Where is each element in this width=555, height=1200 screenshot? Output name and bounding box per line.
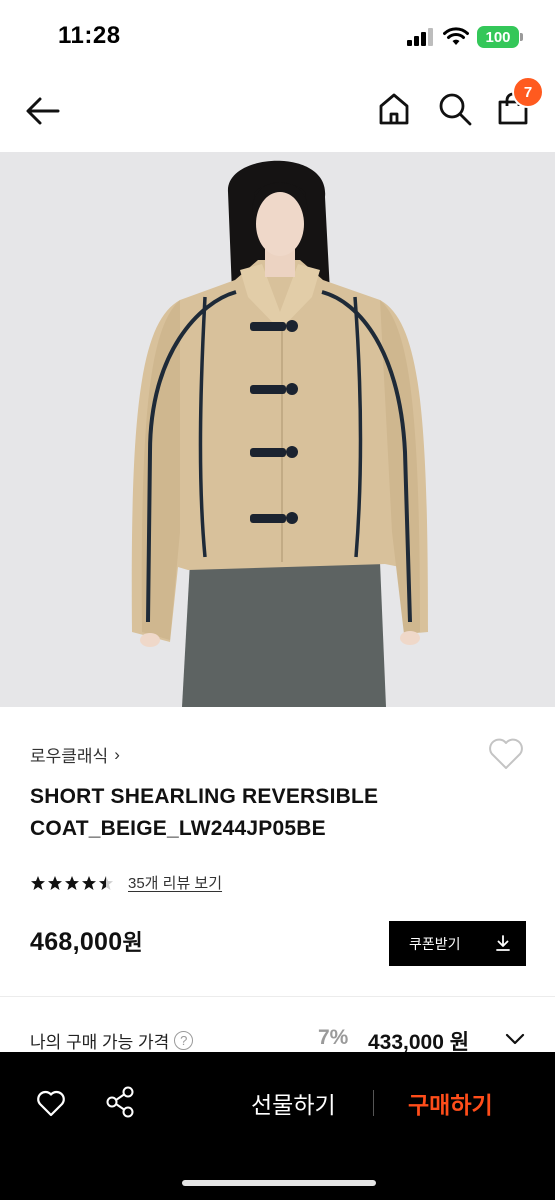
heart-icon[interactable] bbox=[486, 734, 526, 774]
coupon-label: 쿠폰받기 bbox=[409, 935, 461, 952]
my-price-row[interactable]: 나의 구매 가능 가격 ? 7% 433,000 원 bbox=[30, 1024, 530, 1054]
gift-button[interactable]: 선물하기 bbox=[251, 1086, 336, 1120]
divider bbox=[0, 996, 555, 997]
chevron-down-icon[interactable] bbox=[504, 1028, 526, 1050]
back-arrow-icon[interactable] bbox=[22, 90, 64, 132]
help-icon[interactable]: ? bbox=[174, 1031, 194, 1050]
brand-link[interactable]: 로우클래식 › bbox=[30, 742, 120, 767]
coupon-button[interactable]: 쿠폰받기 bbox=[389, 921, 526, 966]
home-icon[interactable] bbox=[376, 91, 412, 127]
star-icon bbox=[65, 875, 79, 890]
star-rating bbox=[30, 875, 114, 891]
download-icon bbox=[496, 935, 510, 951]
chevron-right-icon: › bbox=[114, 744, 120, 764]
nav-bar: 7 bbox=[0, 70, 555, 152]
separator bbox=[373, 1090, 374, 1116]
cellular-signal-icon bbox=[407, 28, 433, 46]
discount-rate: 7% bbox=[318, 1026, 349, 1049]
price-unit: 원 bbox=[122, 930, 144, 955]
star-icon bbox=[48, 875, 62, 890]
status-bar: 11:28 100 bbox=[0, 0, 555, 70]
review-link[interactable]: 35개 리뷰 보기 bbox=[128, 872, 222, 893]
my-price-label: 나의 구매 가능 가격 ? bbox=[30, 1028, 194, 1053]
star-icon bbox=[31, 875, 45, 890]
search-icon[interactable] bbox=[437, 91, 473, 127]
star-icon bbox=[99, 875, 113, 890]
cart-count-badge: 7 bbox=[512, 76, 544, 108]
rating-row: 35개 리뷰 보기 bbox=[30, 872, 222, 893]
home-indicator bbox=[182, 1180, 376, 1186]
product-photo bbox=[0, 152, 555, 707]
price: 468,000원 bbox=[30, 925, 143, 957]
price-value: 468,000 bbox=[30, 928, 123, 956]
heart-icon[interactable] bbox=[35, 1087, 67, 1119]
battery-icon: 100 bbox=[477, 26, 523, 48]
product-title: SHORT SHEARLING REVERSIBLE COAT_BEIGE_LW… bbox=[30, 785, 379, 840]
buy-button[interactable]: 구매하기 bbox=[408, 1086, 493, 1120]
my-price-label-text: 나의 구매 가능 가격 bbox=[30, 1033, 170, 1052]
wifi-icon bbox=[443, 27, 469, 45]
status-time: 11:28 bbox=[58, 22, 121, 49]
status-icons: 100 bbox=[407, 24, 523, 50]
share-icon[interactable] bbox=[104, 1085, 136, 1119]
product-image[interactable] bbox=[0, 152, 555, 707]
star-icon bbox=[82, 875, 96, 890]
bottom-action-bar: 선물하기 구매하기 bbox=[0, 1052, 555, 1200]
brand-name: 로우클래식 bbox=[30, 747, 109, 766]
